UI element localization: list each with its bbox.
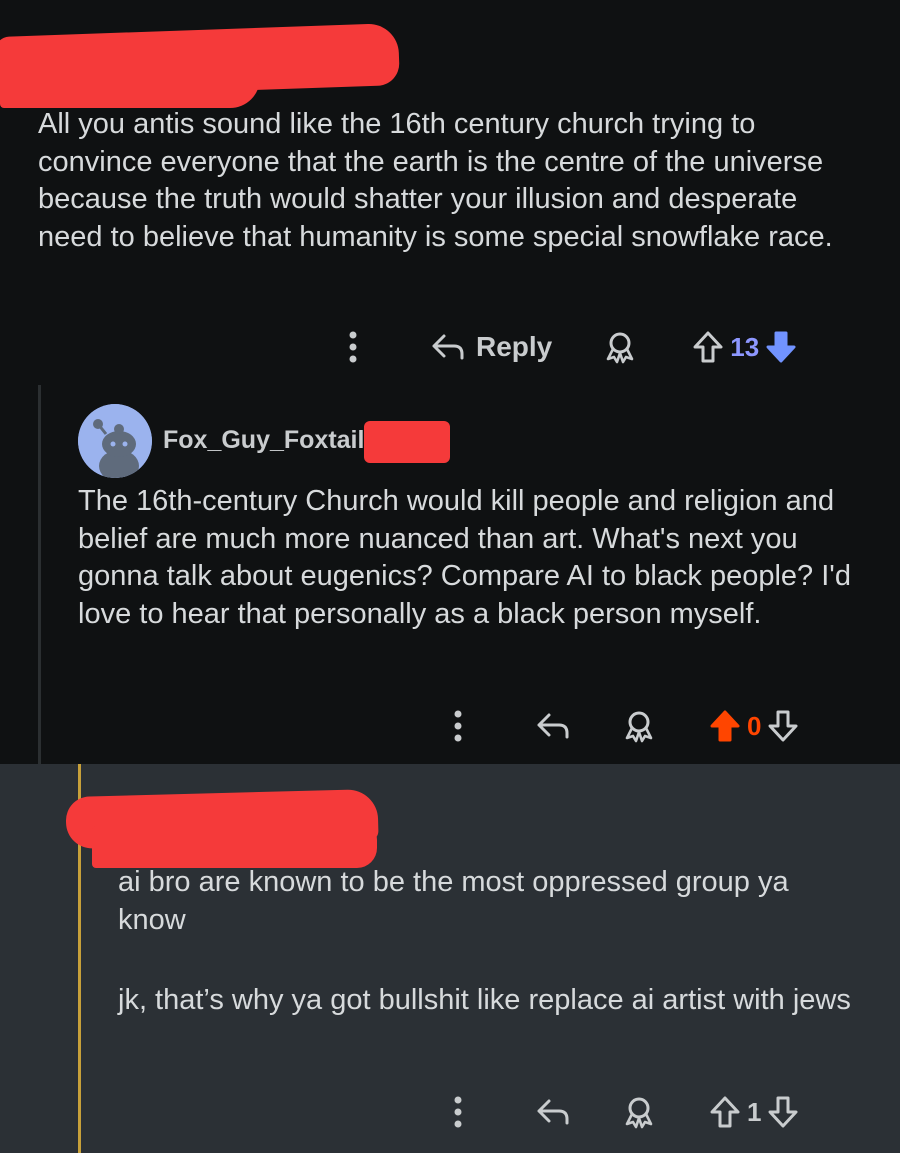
- reply-arrow-icon: [537, 1099, 569, 1125]
- reply-arrow-icon: [537, 713, 569, 739]
- vote-score: 13: [730, 331, 760, 362]
- reply-button[interactable]: [535, 711, 571, 741]
- comment-body-3-paragraph-1: ai bro are known to be the most oppresse…: [118, 866, 789, 936]
- redacted-username-extension: [0, 60, 260, 108]
- comment-body-2: The 16th-century Church would kill peopl…: [78, 485, 851, 630]
- more-options-button[interactable]: [336, 331, 370, 363]
- reply-arrow-icon: [432, 334, 464, 360]
- comment-actions-1: Reply 13: [336, 327, 797, 367]
- more-vertical-icon: [349, 331, 357, 363]
- avatar-icon: [78, 404, 152, 478]
- upvote-button[interactable]: [709, 709, 741, 743]
- downvote-button[interactable]: [765, 330, 797, 364]
- more-options-button[interactable]: [441, 1096, 475, 1128]
- award-icon: [625, 711, 653, 743]
- comment-body-1: All you antis sound like the 16th centur…: [38, 108, 833, 253]
- comment-actions-3: 1: [441, 1092, 799, 1132]
- downvote-icon: [768, 710, 798, 742]
- award-button[interactable]: [602, 329, 638, 365]
- more-vertical-icon: [454, 710, 462, 742]
- downvote-button[interactable]: [767, 709, 799, 743]
- more-options-button[interactable]: [441, 710, 475, 742]
- vote-score: 1: [747, 1096, 762, 1127]
- upvote-button[interactable]: [709, 1095, 741, 1129]
- reply-button[interactable]: [535, 1097, 571, 1127]
- redacted-user-flair: [364, 421, 450, 463]
- comment-author[interactable]: Fox_Guy_Foxtail: [163, 426, 364, 455]
- downvote-icon: [766, 331, 796, 363]
- reply-label: Reply: [476, 331, 553, 362]
- comment-actions-2: 0: [441, 706, 799, 746]
- more-vertical-icon: [454, 1096, 462, 1128]
- thread-line[interactable]: [38, 385, 41, 765]
- downvote-button[interactable]: [767, 1095, 799, 1129]
- reply-button[interactable]: Reply: [430, 331, 552, 363]
- downvote-icon: [768, 1096, 798, 1128]
- award-button[interactable]: [621, 1094, 657, 1130]
- user-avatar[interactable]: [78, 404, 152, 478]
- redacted-username-extension: [92, 826, 377, 868]
- upvote-icon: [710, 710, 740, 742]
- vote-score: 0: [747, 710, 762, 741]
- award-button[interactable]: [621, 708, 657, 744]
- award-icon: [606, 332, 634, 364]
- upvote-button[interactable]: [692, 330, 724, 364]
- award-icon: [625, 1097, 653, 1129]
- comment-body-3-paragraph-2: jk, that’s why ya got bullshit like repl…: [118, 984, 851, 1016]
- upvote-icon: [710, 1096, 740, 1128]
- upvote-icon: [693, 331, 723, 363]
